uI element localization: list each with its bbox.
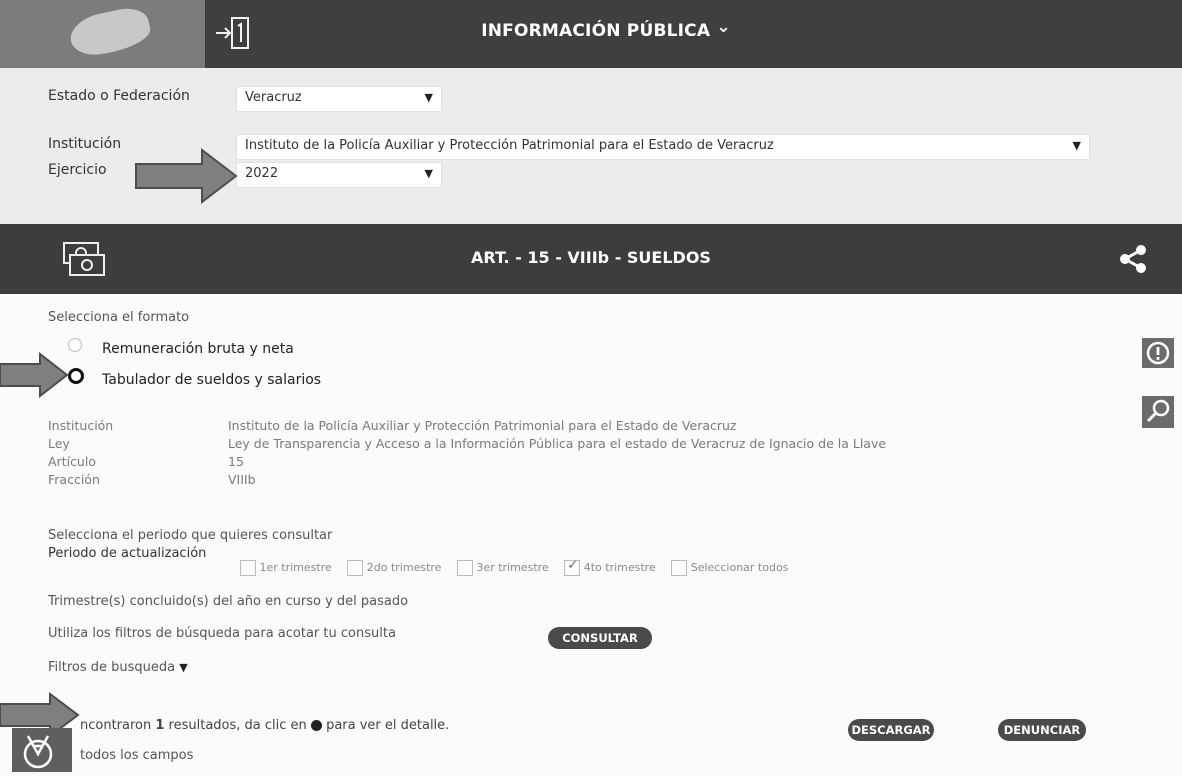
detail-value: Ley de Transparencia y Acceso a la Infor… xyxy=(228,436,887,451)
period-label: Periodo de actualización xyxy=(48,546,207,561)
detail-label: Institución xyxy=(48,418,114,433)
estado-label: Estado o Federación xyxy=(48,88,190,104)
detail-value: VIIIb xyxy=(228,472,256,487)
period-options: 1er trimestre 2do trimestre 3er trimestr… xyxy=(240,558,789,576)
chevron-down-icon: ▼ xyxy=(179,661,188,674)
detail-label: Artículo xyxy=(48,454,96,469)
estado-select-value: Veracruz xyxy=(245,90,302,105)
estado-select[interactable]: Veracruz ▼ xyxy=(236,86,442,112)
share-icon[interactable] xyxy=(1118,244,1148,278)
alert-icon xyxy=(1146,341,1170,365)
checkbox-trimestre-1[interactable] xyxy=(240,560,256,576)
checkbox-trimestre-4[interactable]: ✓ xyxy=(564,558,581,576)
details-list: Institución Instituto de la Policía Auxi… xyxy=(48,418,1128,490)
annotation-arrow-formato xyxy=(0,352,69,398)
info-icon xyxy=(310,720,322,731)
section-title: ART. - 15 - VIIIb - SUELDOS xyxy=(471,248,711,267)
info-publica-menu[interactable]: INFORMACIÓN PÚBLICA ⌄ xyxy=(0,17,1182,41)
accessibility-button[interactable] xyxy=(12,728,72,772)
detail-label: Ley xyxy=(48,436,70,451)
institucion-label: Institución xyxy=(48,136,122,152)
search-filters-label: Filtros de busqueda xyxy=(48,660,176,675)
ejercicio-label: Ejercicio xyxy=(48,162,107,178)
wrench-icon xyxy=(1146,399,1170,423)
dropdown-caret-icon: ▼ xyxy=(424,91,433,104)
radio-tabulador[interactable] xyxy=(68,368,84,384)
detail-row: Institución Instituto de la Policía Auxi… xyxy=(48,418,1128,436)
dropdown-caret-icon: ▼ xyxy=(424,167,433,180)
detail-row: Ley Ley de Transparencia y Acceso a la I… xyxy=(48,436,1128,454)
detail-row: Artículo 15 xyxy=(48,454,1128,472)
institucion-select[interactable]: Instituto de la Policía Auxiliar y Prote… xyxy=(236,134,1090,160)
ejercicio-select-value: 2022 xyxy=(245,166,279,181)
checkbox-label: 2do trimestre xyxy=(366,561,442,574)
descargar-button[interactable]: DESCARGAR xyxy=(848,719,934,741)
results-fields-text: todos los campos xyxy=(80,748,194,763)
alert-button[interactable] xyxy=(1142,338,1174,368)
chevron-down-icon: ⌄ xyxy=(716,17,731,37)
tools-button[interactable] xyxy=(1142,396,1174,428)
wheelchair-icon xyxy=(23,735,53,769)
detail-row: Fracción VIIIb xyxy=(48,472,1128,490)
filters-hint: Utiliza los filtros de búsqueda para aco… xyxy=(48,626,396,641)
period-prompt: Selecciona el periodo que quieres consul… xyxy=(48,528,333,543)
detail-value: 15 xyxy=(228,454,244,469)
detail-value: Instituto de la Policía Auxiliar y Prote… xyxy=(228,418,737,433)
results-text-end: para ver el detalle. xyxy=(326,718,450,733)
results-text: ncontraron 1 resultados, da clic en para… xyxy=(80,718,449,733)
checkbox-label: 3er trimestre xyxy=(476,561,549,574)
search-filters-toggle[interactable]: Filtros de busqueda ▼ xyxy=(48,660,188,675)
checkmark-icon: ✓ xyxy=(567,558,579,573)
detail-label: Fracción xyxy=(48,472,100,487)
checkbox-label: 1er trimestre xyxy=(259,561,332,574)
checkbox-trimestre-2[interactable] xyxy=(347,560,364,576)
annotation-arrow-ejercicio xyxy=(135,148,238,204)
checkbox-label: Seleccionar todos xyxy=(690,561,789,574)
period-note: Trimestre(s) concluido(s) del año en cur… xyxy=(48,594,409,609)
ejercicio-select[interactable]: 2022 ▼ xyxy=(236,162,442,188)
radio-remuneracion-label[interactable]: Remuneración bruta y neta xyxy=(102,341,294,357)
consultar-button[interactable]: CONSULTAR xyxy=(548,627,652,649)
institucion-select-value: Instituto de la Policía Auxiliar y Prote… xyxy=(245,138,774,153)
results-text-start: ncontraron xyxy=(80,718,156,733)
radio-remuneracion[interactable] xyxy=(68,338,82,352)
denunciar-button[interactable]: DENUNCIAR xyxy=(998,719,1086,741)
checkbox-select-all[interactable] xyxy=(671,560,688,576)
results-text-mid: resultados, da clic en xyxy=(164,718,307,733)
dropdown-caret-icon: ▼ xyxy=(1072,139,1081,152)
info-publica-title: INFORMACIÓN PÚBLICA xyxy=(481,21,711,41)
format-label: Selecciona el formato xyxy=(48,310,190,325)
radio-tabulador-label[interactable]: Tabulador de sueldos y salarios xyxy=(102,372,321,388)
checkbox-label: 4to trimestre xyxy=(583,561,656,574)
checkbox-trimestre-3[interactable] xyxy=(456,560,473,576)
